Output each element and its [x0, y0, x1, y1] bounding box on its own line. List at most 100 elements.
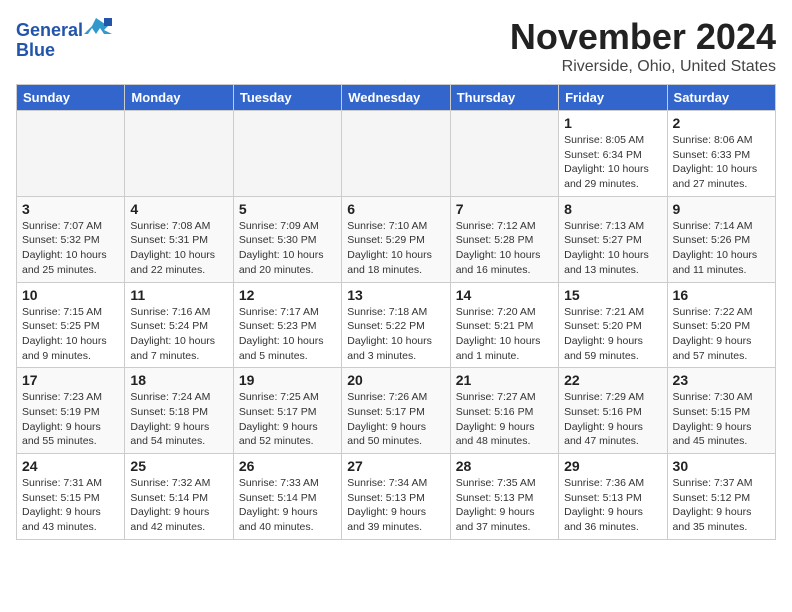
calendar-cell: 20 Sunrise: 7:26 AM Sunset: 5:17 PM Dayli… [342, 368, 450, 454]
day-info: Sunrise: 7:08 AM Sunset: 5:31 PM Dayligh… [130, 219, 227, 278]
day-info: Sunrise: 8:05 AM Sunset: 6:34 PM Dayligh… [564, 133, 661, 192]
calendar-cell: 18Sunrise: 7:24 AM Sunset: 5:18 PM Dayli… [125, 368, 233, 454]
day-number: 20 [347, 372, 444, 388]
day-info: Sunrise: 7:17 AM Sunset: 5:23 PM Dayligh… [239, 305, 336, 364]
calendar-cell: 27 Sunrise: 7:34 AM Sunset: 5:13 PM Dayli… [342, 454, 450, 540]
day-info: Sunrise: 7:24 AM Sunset: 5:18 PM Dayligh… [130, 390, 227, 449]
day-info: Sunrise: 7:09 AM Sunset: 5:30 PM Dayligh… [239, 219, 336, 278]
calendar-cell: 5 Sunrise: 7:09 AM Sunset: 5:30 PM Daylig… [233, 196, 341, 282]
calendar-cell: 17 Sunrise: 7:23 AM Sunset: 5:19 PM Dayli… [17, 368, 125, 454]
calendar-cell: 26Sunrise: 7:33 AM Sunset: 5:14 PM Dayli… [233, 454, 341, 540]
day-info: Sunrise: 7:23 AM Sunset: 5:19 PM Dayligh… [22, 390, 119, 449]
day-info: Sunrise: 7:13 AM Sunset: 5:27 PM Dayligh… [564, 219, 661, 278]
day-number: 11 [130, 287, 227, 303]
weekday-header-thursday: Thursday [450, 85, 558, 111]
calendar-cell: 21 Sunrise: 7:27 AM Sunset: 5:16 PM Dayli… [450, 368, 558, 454]
day-info: Sunrise: 7:25 AM Sunset: 5:17 PM Dayligh… [239, 390, 336, 449]
calendar-cell: 16 Sunrise: 7:22 AM Sunset: 5:20 PM Dayli… [667, 282, 775, 368]
day-info: Sunrise: 7:29 AM Sunset: 5:16 PM Dayligh… [564, 390, 661, 449]
day-info: Sunrise: 7:32 AM Sunset: 5:14 PM Dayligh… [130, 476, 227, 535]
calendar-cell: 11 Sunrise: 7:16 AM Sunset: 5:24 PM Dayli… [125, 282, 233, 368]
calendar-cell: 2 Sunrise: 8:06 AM Sunset: 6:33 PM Daylig… [667, 111, 775, 197]
day-number: 5 [239, 201, 336, 217]
svg-text:General: General [16, 20, 83, 40]
title-area: November 2024 Riverside, Ohio, United St… [510, 16, 776, 76]
day-info: Sunrise: 7:16 AM Sunset: 5:24 PM Dayligh… [130, 305, 227, 364]
calendar-cell: 25 Sunrise: 7:32 AM Sunset: 5:14 PM Dayli… [125, 454, 233, 540]
weekday-header-saturday: Saturday [667, 85, 775, 111]
day-number: 6 [347, 201, 444, 217]
day-number: 4 [130, 201, 227, 217]
month-title: November 2024 [510, 16, 776, 58]
day-number: 30 [673, 458, 770, 474]
day-info: Sunrise: 7:36 AM Sunset: 5:13 PM Dayligh… [564, 476, 661, 535]
calendar-cell: 3 Sunrise: 7:07 AM Sunset: 5:32 PM Daylig… [17, 196, 125, 282]
day-number: 19 [239, 372, 336, 388]
day-number: 1 [564, 115, 661, 131]
day-number: 21 [456, 372, 553, 388]
day-info: Sunrise: 8:06 AM Sunset: 6:33 PM Dayligh… [673, 133, 770, 192]
day-info: Sunrise: 7:34 AM Sunset: 5:13 PM Dayligh… [347, 476, 444, 535]
calendar-week-4: 17 Sunrise: 7:23 AM Sunset: 5:19 PM Dayli… [17, 368, 776, 454]
day-info: Sunrise: 7:26 AM Sunset: 5:17 PM Dayligh… [347, 390, 444, 449]
day-number: 27 [347, 458, 444, 474]
calendar-cell [450, 111, 558, 197]
day-info: Sunrise: 7:27 AM Sunset: 5:16 PM Dayligh… [456, 390, 553, 449]
calendar-cell: 9Sunrise: 7:14 AM Sunset: 5:26 PM Daylig… [667, 196, 775, 282]
day-number: 16 [673, 287, 770, 303]
day-info: Sunrise: 7:21 AM Sunset: 5:20 PM Dayligh… [564, 305, 661, 364]
day-number: 2 [673, 115, 770, 131]
calendar-cell: 28 Sunrise: 7:35 AM Sunset: 5:13 PM Dayli… [450, 454, 558, 540]
location-subtitle: Riverside, Ohio, United States [510, 58, 776, 76]
day-info: Sunrise: 7:37 AM Sunset: 5:12 PM Dayligh… [673, 476, 770, 535]
weekday-header-friday: Friday [559, 85, 667, 111]
calendar-cell [342, 111, 450, 197]
calendar-cell: 24 Sunrise: 7:31 AM Sunset: 5:15 PM Dayli… [17, 454, 125, 540]
day-number: 28 [456, 458, 553, 474]
weekday-header-tuesday: Tuesday [233, 85, 341, 111]
weekday-header-monday: Monday [125, 85, 233, 111]
day-info: Sunrise: 7:31 AM Sunset: 5:15 PM Dayligh… [22, 476, 119, 535]
weekday-header-wednesday: Wednesday [342, 85, 450, 111]
calendar-cell: 30 Sunrise: 7:37 AM Sunset: 5:12 PM Dayli… [667, 454, 775, 540]
day-number: 23 [673, 372, 770, 388]
day-info: Sunrise: 7:15 AM Sunset: 5:25 PM Dayligh… [22, 305, 119, 364]
day-number: 3 [22, 201, 119, 217]
day-info: Sunrise: 7:18 AM Sunset: 5:22 PM Dayligh… [347, 305, 444, 364]
calendar-table: SundayMondayTuesdayWednesdayThursdayFrid… [16, 84, 776, 540]
calendar-cell: 6 Sunrise: 7:10 AM Sunset: 5:29 PM Daylig… [342, 196, 450, 282]
calendar-week-1: 1 Sunrise: 8:05 AM Sunset: 6:34 PM Daylig… [17, 111, 776, 197]
calendar-cell: 19 Sunrise: 7:25 AM Sunset: 5:17 PM Dayli… [233, 368, 341, 454]
calendar-cell: 14Sunrise: 7:20 AM Sunset: 5:21 PM Dayli… [450, 282, 558, 368]
calendar-cell: 12Sunrise: 7:17 AM Sunset: 5:23 PM Dayli… [233, 282, 341, 368]
calendar-cell: 29 Sunrise: 7:36 AM Sunset: 5:13 PM Dayli… [559, 454, 667, 540]
weekday-header-sunday: Sunday [17, 85, 125, 111]
day-info: Sunrise: 7:35 AM Sunset: 5:13 PM Dayligh… [456, 476, 553, 535]
svg-text:Blue: Blue [16, 40, 55, 60]
calendar-cell: 23 Sunrise: 7:30 AM Sunset: 5:15 PM Dayli… [667, 368, 775, 454]
calendar-week-3: 10 Sunrise: 7:15 AM Sunset: 5:25 PM Dayli… [17, 282, 776, 368]
day-info: Sunrise: 7:30 AM Sunset: 5:15 PM Dayligh… [673, 390, 770, 449]
day-number: 29 [564, 458, 661, 474]
calendar-cell [125, 111, 233, 197]
day-number: 25 [130, 458, 227, 474]
calendar-cell: 22 Sunrise: 7:29 AM Sunset: 5:16 PM Dayli… [559, 368, 667, 454]
day-info: Sunrise: 7:07 AM Sunset: 5:32 PM Dayligh… [22, 219, 119, 278]
day-number: 15 [564, 287, 661, 303]
calendar-cell [17, 111, 125, 197]
day-info: Sunrise: 7:22 AM Sunset: 5:20 PM Dayligh… [673, 305, 770, 364]
day-number: 9 [673, 201, 770, 217]
day-info: Sunrise: 7:10 AM Sunset: 5:29 PM Dayligh… [347, 219, 444, 278]
day-number: 17 [22, 372, 119, 388]
calendar-cell: 4 Sunrise: 7:08 AM Sunset: 5:31 PM Daylig… [125, 196, 233, 282]
day-number: 24 [22, 458, 119, 474]
calendar-cell: 1 Sunrise: 8:05 AM Sunset: 6:34 PM Daylig… [559, 111, 667, 197]
day-info: Sunrise: 7:12 AM Sunset: 5:28 PM Dayligh… [456, 219, 553, 278]
day-number: 10 [22, 287, 119, 303]
page-header: GeneralBlue November 2024 Riverside, Ohi… [16, 16, 776, 76]
calendar-cell: 7Sunrise: 7:12 AM Sunset: 5:28 PM Daylig… [450, 196, 558, 282]
calendar-week-5: 24 Sunrise: 7:31 AM Sunset: 5:15 PM Dayli… [17, 454, 776, 540]
calendar-cell: 13Sunrise: 7:18 AM Sunset: 5:22 PM Dayli… [342, 282, 450, 368]
day-number: 26 [239, 458, 336, 474]
day-number: 22 [564, 372, 661, 388]
